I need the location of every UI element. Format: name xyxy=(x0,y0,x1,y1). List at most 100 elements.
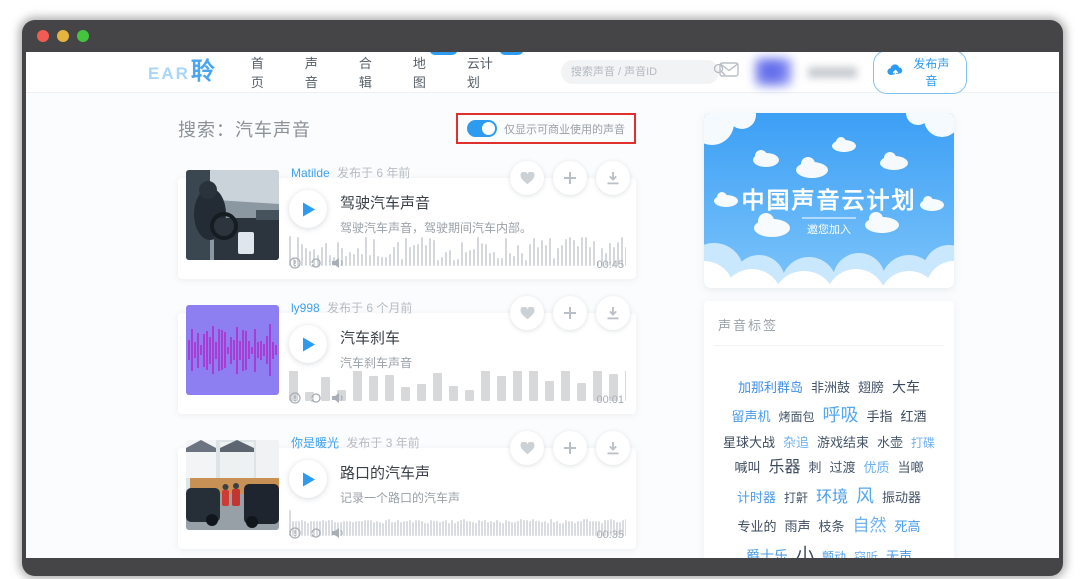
maximize-window-button[interactable] xyxy=(77,30,89,42)
tag-item[interactable]: 杂追 xyxy=(783,433,809,453)
loop-icon[interactable] xyxy=(310,256,322,274)
tag-item[interactable]: 呼吸 xyxy=(823,402,859,430)
add-to-collection-button[interactable] xyxy=(553,296,587,330)
waveform-bar xyxy=(224,332,226,368)
tag-item[interactable]: 星球大战 xyxy=(723,433,775,453)
favorite-button[interactable] xyxy=(510,431,544,465)
tag-item[interactable]: 小 xyxy=(796,542,814,558)
tag-item[interactable]: 红酒 xyxy=(901,407,927,427)
volume-icon[interactable] xyxy=(331,526,345,544)
tag-item[interactable]: 死高 xyxy=(895,517,921,537)
favorite-button[interactable] xyxy=(510,296,544,330)
tag-item[interactable]: 烤面包 xyxy=(778,408,814,427)
publish-sound-button[interactable]: 发布声音 xyxy=(873,52,967,94)
sound-thumbnail-driving[interactable] xyxy=(186,170,279,260)
tag-item[interactable]: 留声机 xyxy=(731,407,770,427)
sound-title[interactable]: 路口的汽车声 xyxy=(340,462,460,483)
close-window-button[interactable] xyxy=(37,30,49,42)
avatar[interactable] xyxy=(755,58,792,86)
cloud-plan-banner[interactable]: 中国声音云计划 邀您加入 xyxy=(704,113,954,288)
license-icon[interactable] xyxy=(289,256,301,274)
tag-item[interactable]: 计时器 xyxy=(737,488,776,508)
minimize-window-button[interactable] xyxy=(57,30,69,42)
search-box xyxy=(561,60,719,84)
tag-panel-title: 声音标签 xyxy=(714,315,944,334)
tag-item[interactable]: 无声 xyxy=(886,547,912,558)
user-link[interactable]: ly998 xyxy=(291,301,320,315)
tag-item[interactable]: 游戏结束 xyxy=(817,433,869,453)
nav-item-home[interactable]: 首页 xyxy=(251,53,275,91)
tag-item[interactable]: 过渡 xyxy=(830,458,856,478)
play-button[interactable] xyxy=(289,460,327,498)
waveform-bar xyxy=(200,345,202,355)
tag-item[interactable]: 爵士乐 xyxy=(746,546,788,558)
nav-item-sounds[interactable]: 声音 xyxy=(305,53,329,91)
download-button[interactable] xyxy=(596,431,630,465)
tag-item[interactable]: 专业的 xyxy=(737,517,776,537)
tag-item[interactable]: 打鼾 xyxy=(784,489,808,508)
waveform-bar xyxy=(212,326,214,374)
tag-item[interactable]: 窃听 xyxy=(854,548,878,558)
banner-join-link[interactable]: 邀您加入 xyxy=(807,222,851,236)
loop-icon[interactable] xyxy=(310,391,322,409)
download-button[interactable] xyxy=(596,161,630,195)
heart-icon xyxy=(520,307,535,320)
waveform-bar xyxy=(625,519,626,536)
tag-item[interactable]: 喊叫 xyxy=(734,458,760,478)
volume-icon[interactable] xyxy=(331,256,345,274)
hot-badge: hot xyxy=(499,52,524,55)
user-link[interactable]: Matilde xyxy=(291,166,330,180)
nav-item-cloud-plan[interactable]: 云计划 hot xyxy=(467,53,503,91)
waveform-bar xyxy=(269,324,271,376)
tag-item[interactable]: 自然 xyxy=(853,513,887,539)
nav-item-map[interactable]: 地图 new xyxy=(413,53,437,91)
page: EAR 聆 首页 声音 合辑 地图 new 云计划 h xyxy=(26,52,1059,558)
page-title: 搜索：汽车声音 xyxy=(178,116,311,142)
tag-item[interactable]: 振动器 xyxy=(882,488,921,508)
license-icon[interactable] xyxy=(289,391,301,409)
play-button[interactable] xyxy=(289,325,327,363)
tag-item[interactable]: 打碟 xyxy=(911,434,935,453)
tag-item[interactable]: 当啷 xyxy=(898,458,924,478)
commercial-filter-toggle[interactable] xyxy=(467,120,497,137)
tag-item[interactable]: 环境 xyxy=(816,486,848,511)
site-logo[interactable]: EAR 聆 xyxy=(148,60,215,84)
waveform-bar xyxy=(266,336,268,364)
sound-title[interactable]: 汽车刹车 xyxy=(340,327,412,348)
sound-thumbnail-brake[interactable] xyxy=(186,305,279,395)
tag-item[interactable]: 雨声 xyxy=(784,517,810,537)
tag-item[interactable]: 水壶 xyxy=(877,433,903,453)
waveform-bar xyxy=(209,337,211,364)
tag-item[interactable]: 优质 xyxy=(864,458,890,478)
waveform-bar xyxy=(203,334,205,367)
loop-icon[interactable] xyxy=(310,526,322,544)
tag-item[interactable]: 翅膀 xyxy=(858,378,884,398)
sound-thumbnail-street[interactable] xyxy=(186,440,279,530)
tag-item[interactable]: 手指 xyxy=(867,407,893,427)
add-to-collection-button[interactable] xyxy=(553,161,587,195)
mail-icon[interactable] xyxy=(719,62,739,82)
tag-item[interactable]: 刺 xyxy=(808,458,821,478)
user-link[interactable]: 你是暖光 xyxy=(291,436,339,450)
tag-item[interactable]: 乐器 xyxy=(768,456,800,481)
download-button[interactable] xyxy=(596,296,630,330)
nav-item-collections[interactable]: 合辑 xyxy=(359,53,383,91)
heart-icon xyxy=(520,442,535,455)
tag-item[interactable]: 加那利群岛 xyxy=(738,378,803,398)
tag-item[interactable]: 颤动 xyxy=(822,548,846,558)
tag-item[interactable]: 枝条 xyxy=(819,517,845,537)
tag-item[interactable]: 大车 xyxy=(892,377,920,399)
sound-title[interactable]: 驾驶汽车声音 xyxy=(340,192,532,213)
add-to-collection-button[interactable] xyxy=(553,431,587,465)
license-icon[interactable] xyxy=(289,526,301,544)
play-button[interactable] xyxy=(289,190,327,228)
tag-item[interactable]: 风 xyxy=(856,483,874,511)
tag-item[interactable]: 非洲鼓 xyxy=(811,378,850,398)
search-input[interactable] xyxy=(571,66,713,78)
waveform-bar xyxy=(194,342,196,358)
waveform-bar xyxy=(254,329,256,372)
play-icon xyxy=(302,337,315,352)
waveform-bar xyxy=(251,347,253,354)
volume-icon[interactable] xyxy=(331,391,345,409)
waveform-bar xyxy=(218,329,220,371)
